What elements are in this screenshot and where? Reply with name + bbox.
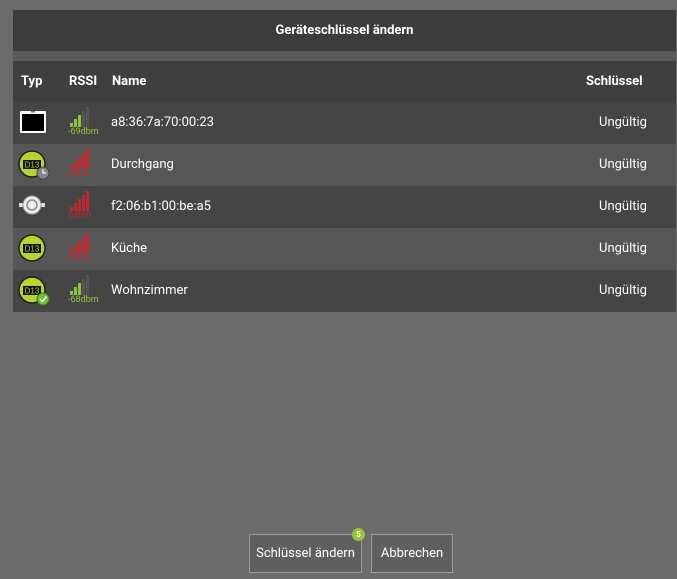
- pending-count-badge: 5: [352, 528, 365, 541]
- signal-strength-icon: [70, 149, 89, 169]
- type-cell: D13: [18, 144, 50, 186]
- signal-bar: [78, 199, 81, 211]
- signal-strength-icon: [70, 233, 89, 253]
- signal-bar: [78, 283, 81, 295]
- signal-bar: [82, 279, 85, 295]
- device-name: f2:06:b1:00:be:a5: [111, 199, 211, 214]
- rssi-value: 0dbm: [68, 211, 92, 221]
- column-header-rssi: RSSI: [69, 74, 98, 89]
- signal-bar: [78, 115, 81, 127]
- signal-strength-icon: [70, 107, 89, 127]
- rssi-value: -68dbm: [68, 295, 99, 305]
- column-header-key: Schlüssel: [586, 74, 643, 89]
- signal-bar: [82, 153, 85, 169]
- device-name: a8:36:7a:70:00:23: [111, 115, 214, 130]
- table-row[interactable]: 0dbm f2:06:b1:00:be:a5 Ungültig: [13, 186, 676, 228]
- key-status: Ungültig: [599, 115, 647, 130]
- key-status: Ungültig: [599, 199, 647, 214]
- dialog-title: Geräteschlüssel ändern: [275, 23, 414, 38]
- type-cell: D13: [18, 228, 48, 270]
- key-status: Ungültig: [599, 283, 647, 298]
- title-divider: [13, 51, 676, 61]
- signal-bar: [86, 275, 89, 295]
- signal-bar: [78, 241, 81, 253]
- signal-bar: [86, 107, 89, 127]
- signal-bar: [74, 119, 77, 127]
- rssi-value: 0dbm: [68, 169, 92, 179]
- tablet-icon: [20, 111, 46, 133]
- table-row[interactable]: -69dbm a8:36:7a:70:00:23 Ungültig: [13, 102, 676, 144]
- table-row[interactable]: D13 0dbm Küche Ungültig: [13, 228, 676, 270]
- d13-controller-check-icon: D13: [18, 276, 50, 306]
- signal-bar: [74, 203, 77, 211]
- rssi-value: 0dbm: [68, 253, 92, 263]
- device-name: Küche: [111, 241, 148, 256]
- sensor-icon: [19, 195, 45, 215]
- column-header-name: Name: [112, 74, 147, 89]
- column-header-typ: Typ: [21, 74, 43, 89]
- signal-bar: [74, 245, 77, 253]
- signal-bar: [86, 191, 89, 211]
- rssi-cell: 0dbm: [68, 228, 108, 270]
- signal-bar: [82, 195, 85, 211]
- dialog-title-bar: Geräteschlüssel ändern: [13, 10, 676, 51]
- change-key-button[interactable]: Schlüssel ändern: [249, 534, 362, 573]
- signal-bar: [74, 287, 77, 295]
- device-name: Wohnzimmer: [111, 283, 188, 298]
- d13-label: D13: [25, 287, 40, 296]
- rssi-value: -69dbm: [68, 127, 99, 137]
- rssi-cell: -68dbm: [68, 270, 108, 312]
- d13-controller-clock-icon: D13: [18, 150, 50, 180]
- d13-controller-icon: D13: [18, 234, 46, 262]
- change-key-label: Schlüssel ändern: [256, 546, 355, 561]
- type-cell: [18, 102, 48, 144]
- rssi-cell: -69dbm: [68, 102, 108, 144]
- signal-bar: [86, 149, 89, 169]
- signal-bar: [78, 157, 81, 169]
- table-header: Typ RSSI Name Schlüssel: [13, 61, 676, 102]
- signal-bar: [86, 233, 89, 253]
- table-row[interactable]: D13 0dbm Durchgang Ungültig: [13, 144, 676, 186]
- device-name: Durchgang: [111, 157, 174, 172]
- key-status: Ungültig: [599, 241, 647, 256]
- type-cell: D13: [18, 270, 50, 312]
- type-cell: [18, 186, 48, 228]
- signal-bar: [82, 237, 85, 253]
- rssi-cell: 0dbm: [68, 144, 108, 186]
- cancel-label: Abbrechen: [380, 546, 444, 561]
- rssi-cell: 0dbm: [68, 186, 108, 228]
- signal-strength-icon: [70, 275, 89, 295]
- cancel-button[interactable]: Abbrechen: [371, 534, 453, 573]
- signal-strength-icon: [70, 191, 89, 211]
- d13-label: D13: [25, 245, 40, 254]
- d13-label: D13: [25, 161, 40, 170]
- key-status: Ungültig: [599, 157, 647, 172]
- signal-bar: [74, 161, 77, 169]
- device-list: -69dbm a8:36:7a:70:00:23 Ungültig D13 0d…: [13, 102, 676, 312]
- table-row[interactable]: D13 -68dbm Wohnzimmer Ungültig: [13, 270, 676, 312]
- signal-bar: [82, 111, 85, 127]
